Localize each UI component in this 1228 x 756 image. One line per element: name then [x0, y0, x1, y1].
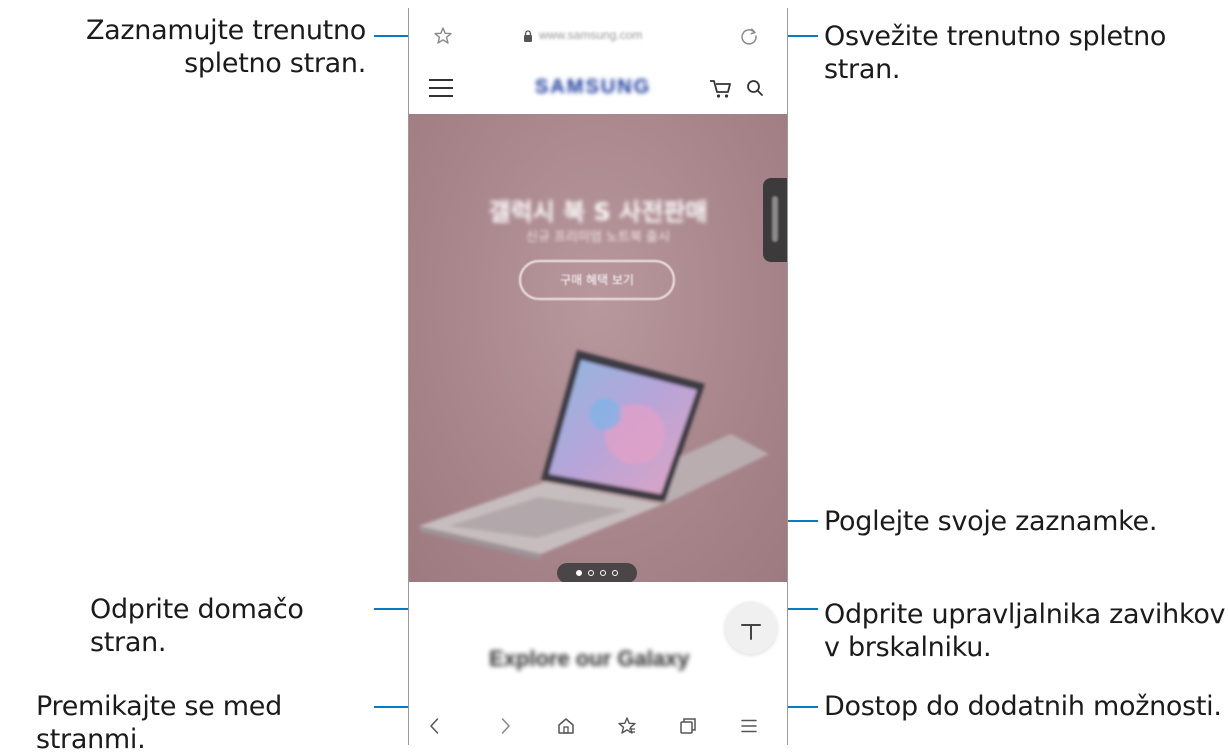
browser-bottom-bar	[409, 706, 787, 745]
carousel-dot-1[interactable]	[576, 570, 582, 576]
carousel-dot-3[interactable]	[600, 570, 606, 576]
callout-bookmark-current-text: Zaznamujte trenutno spletno stran.	[85, 15, 366, 79]
forward-icon[interactable]	[495, 716, 515, 736]
reload-icon[interactable]	[739, 26, 759, 46]
carousel-dot-4[interactable]	[612, 570, 618, 576]
callout-home-text: Odprite domačo stran.	[90, 594, 304, 658]
callout-refresh-text: Osvežite trenutno spletno stran.	[824, 21, 1167, 85]
section-heading: Explore our Galaxy	[489, 646, 690, 671]
add-fab-button[interactable]	[725, 602, 777, 654]
plus-icon	[741, 624, 761, 640]
phone-screen: www.samsung.com SAMSUNG 갤럭시 북 S 사전판매 신규 …	[408, 8, 788, 745]
search-icon[interactable]	[746, 79, 764, 97]
url-text: www.samsung.com	[539, 28, 643, 42]
hero-title: 갤럭시 북 S 사전판매	[488, 198, 708, 226]
side-panel-tab[interactable]	[763, 178, 787, 262]
tabs-icon[interactable]	[678, 716, 698, 736]
hero-button[interactable]: 구매 혜택 보기	[519, 260, 675, 300]
callout-more-options-text: Dostop do dodatnih možnosti.	[824, 691, 1222, 722]
callout-tab-manager: Odprite upravljalnika zavihkov v brskaln…	[824, 598, 1228, 664]
callout-navigate-text: Premikajte se med stranmi.	[36, 691, 282, 755]
back-icon[interactable]	[425, 716, 445, 736]
callout-more-options: Dostop do dodatnih možnosti.	[824, 690, 1228, 723]
address-bar: www.samsung.com	[409, 8, 787, 62]
lock-icon	[523, 29, 533, 42]
site-header: SAMSUNG	[409, 62, 787, 114]
cart-icon[interactable]	[709, 78, 733, 100]
more-icon[interactable]	[739, 716, 759, 736]
callout-view-bookmarks: Poglejte svoje zaznamke.	[824, 505, 1228, 538]
callout-bookmark-current: Zaznamujte trenutno spletno stran.	[6, 14, 366, 80]
home-icon[interactable]	[556, 716, 576, 736]
callout-navigate: Premikajte se med stranmi.	[36, 690, 366, 756]
url-field[interactable]: www.samsung.com	[523, 27, 683, 43]
star-icon[interactable]	[433, 26, 453, 46]
hero-subtitle: 신규 프리미엄 노트북 출시	[526, 230, 670, 245]
menu-icon[interactable]	[429, 78, 455, 98]
callout-tab-manager-text: Odprite upravljalnika zavihkov v brskaln…	[824, 599, 1226, 663]
carousel-dot-2[interactable]	[588, 570, 594, 576]
callout-refresh: Osvežite trenutno spletno stran.	[824, 20, 1228, 86]
bookmarks-icon[interactable]	[617, 716, 637, 736]
callout-home: Odprite domačo stran.	[90, 593, 366, 659]
hero-banner[interactable]: 갤럭시 북 S 사전판매 신규 프리미엄 노트북 출시 구매 혜택 보기	[409, 114, 787, 582]
carousel-indicator[interactable]	[557, 563, 637, 582]
laptop-image	[419, 350, 769, 560]
callout-view-bookmarks-text: Poglejte svoje zaznamke.	[824, 506, 1158, 537]
brand-logo[interactable]: SAMSUNG	[535, 76, 651, 99]
